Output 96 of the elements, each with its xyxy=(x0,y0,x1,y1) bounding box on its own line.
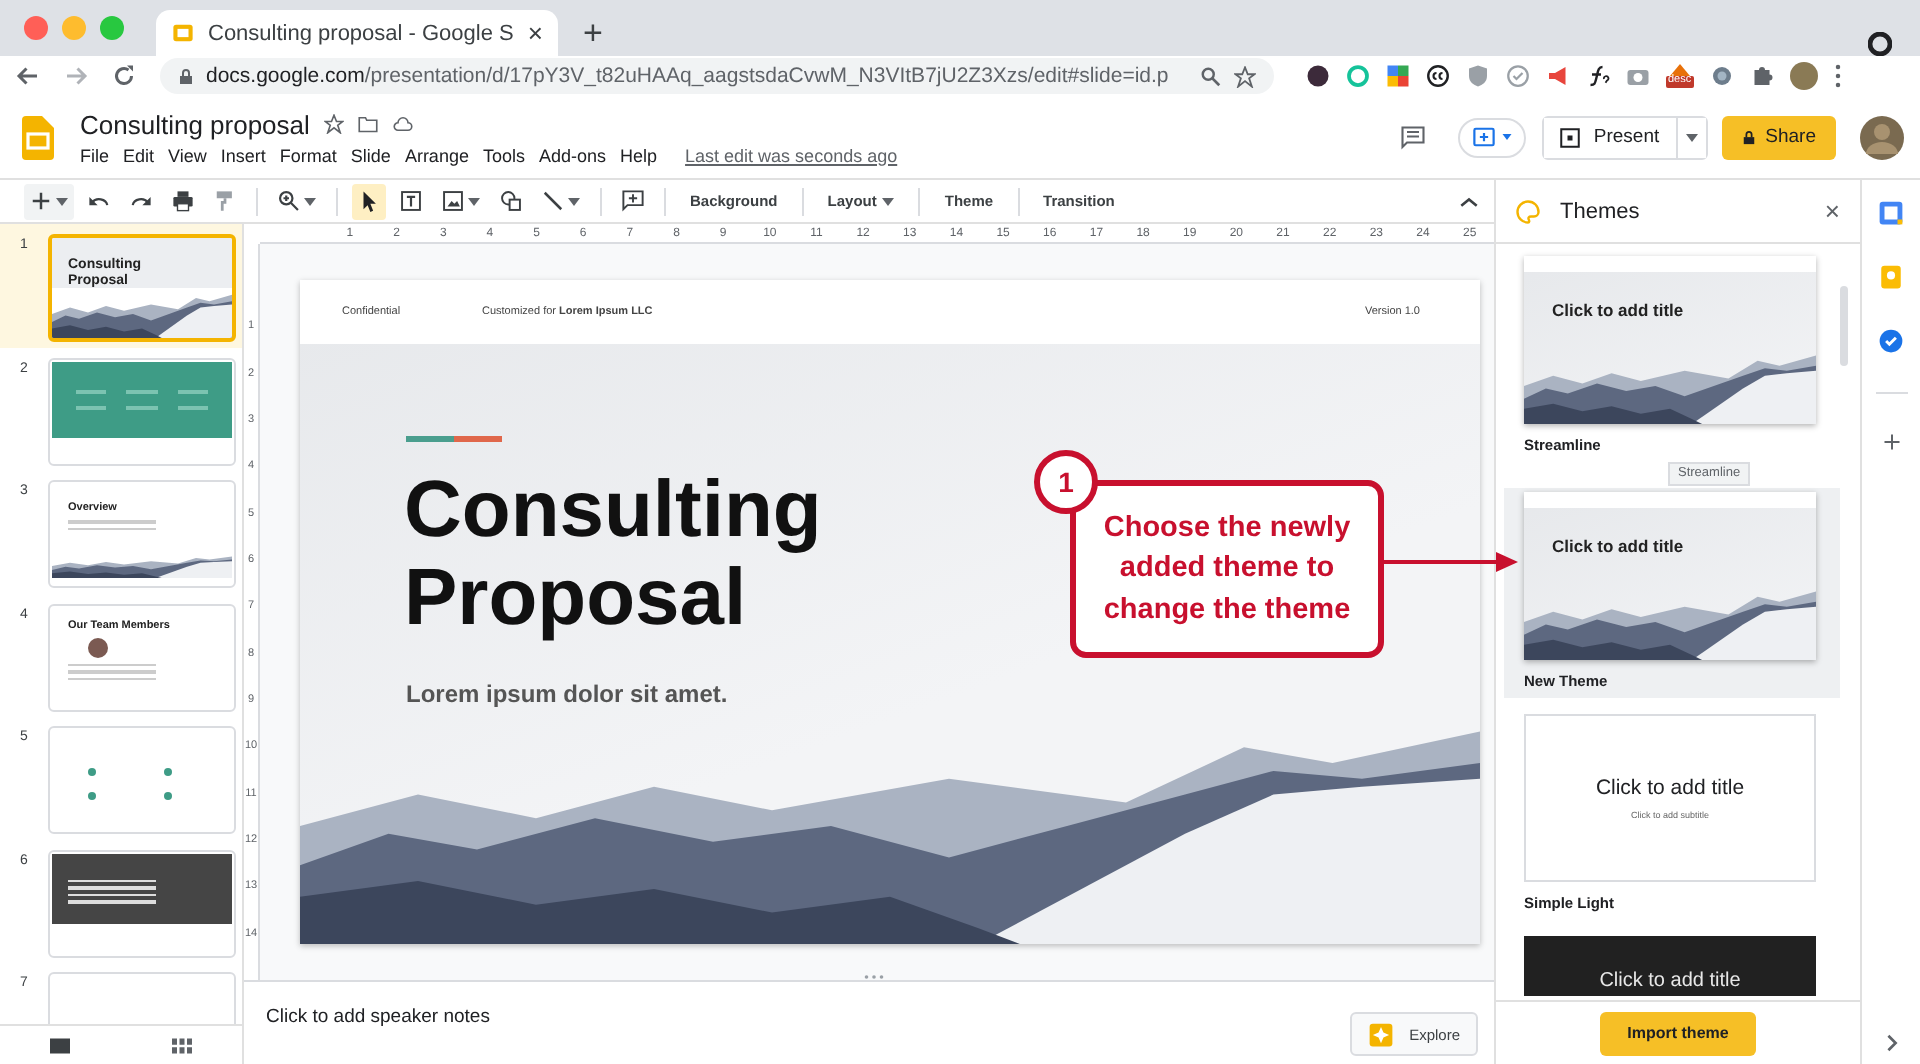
collapse-caret-icon[interactable] xyxy=(1460,195,1478,207)
menu-item[interactable]: Help xyxy=(620,145,658,165)
cloud-icon[interactable] xyxy=(391,114,414,134)
caret-icon xyxy=(1501,134,1512,140)
slide-thumbnail[interactable] xyxy=(48,357,236,465)
caret-icon xyxy=(568,197,580,205)
share-button[interactable]: Share xyxy=(1721,115,1836,159)
text-lines xyxy=(68,520,156,531)
scrollbar[interactable] xyxy=(1840,286,1848,366)
tab-close-button[interactable]: × xyxy=(527,18,543,48)
caret-icon xyxy=(304,197,316,205)
camera-icon[interactable] xyxy=(1626,64,1650,88)
reload-icon[interactable] xyxy=(112,64,136,88)
slide-thumbnail[interactable] xyxy=(48,849,236,957)
cursor-icon xyxy=(358,190,380,212)
meeting-button[interactable] xyxy=(1457,117,1526,157)
palette-icon xyxy=(1516,199,1540,223)
caret-icon xyxy=(1685,133,1698,141)
caret-icon xyxy=(56,197,68,205)
menu-item[interactable]: File xyxy=(80,145,110,165)
slide-title[interactable]: Consulting Proposal xyxy=(404,466,1004,642)
avatar-icon[interactable] xyxy=(1789,62,1818,90)
menu-item[interactable]: Format xyxy=(279,145,337,165)
puzzle-icon[interactable] xyxy=(1749,64,1774,88)
text-box-icon xyxy=(400,190,422,212)
menu-item[interactable]: Arrange xyxy=(404,145,469,165)
drag-handle-icon[interactable] xyxy=(860,974,888,980)
last-edit-link[interactable]: Last edit was seconds ago xyxy=(685,145,898,165)
import-theme-button[interactable]: Import theme xyxy=(1599,1011,1757,1055)
bullet-grid xyxy=(88,768,172,800)
theme-option[interactable]: Click to add title xyxy=(1504,932,1840,1000)
video-call-icon xyxy=(1471,126,1496,148)
menu-item[interactable]: Edit xyxy=(123,145,155,165)
folder-icon[interactable] xyxy=(357,114,378,134)
zoom-icon xyxy=(278,190,300,212)
present-options-button[interactable] xyxy=(1675,117,1706,157)
avatar-icon[interactable] xyxy=(1860,115,1904,159)
grid-view-icon[interactable] xyxy=(171,1037,192,1053)
line-icon xyxy=(542,190,564,212)
house-icon xyxy=(1669,64,1690,77)
add-tool[interactable] xyxy=(24,183,74,219)
preview-title: Click to add title xyxy=(1552,536,1684,556)
slides-logo-icon xyxy=(172,22,194,44)
preview-title: Click to add title xyxy=(1599,970,1741,992)
menu-item[interactable]: View xyxy=(168,145,207,165)
back-arrow-icon[interactable] xyxy=(16,64,40,88)
lock-icon xyxy=(178,67,194,85)
extension-icon[interactable] xyxy=(1426,64,1450,88)
avatar-icon xyxy=(88,637,108,658)
star-icon[interactable] xyxy=(323,114,344,134)
document-title[interactable]: Consulting proposal xyxy=(80,109,310,139)
accent-bar xyxy=(406,436,502,442)
add-comment-icon xyxy=(622,190,644,212)
callout-text: Choose the newly added theme to change the theme xyxy=(1070,480,1384,658)
add-icon xyxy=(30,190,52,212)
address-bar[interactable]: docs.google.com/presentation/d/17pY3V_t82uHAAq_aagstsdaCvwM_N3VItB7jU2Z3Xzs/edit#slide=id.p xyxy=(160,58,1274,94)
text-lines xyxy=(68,663,156,681)
speaker-notes-field[interactable]: Click to add speaker notes xyxy=(266,1006,490,1028)
text-lines xyxy=(68,879,156,903)
shapes-icon xyxy=(500,190,522,212)
browser-tab[interactable]: Consulting proposal - Google S × xyxy=(156,10,559,56)
explore-icon xyxy=(1367,1021,1394,1047)
menu-item[interactable]: Tools xyxy=(482,145,525,165)
new-tab-button[interactable]: + xyxy=(582,16,603,50)
close-button[interactable]: × xyxy=(1824,196,1840,226)
bookmark-star-icon[interactable] xyxy=(1234,65,1256,87)
present-icon xyxy=(1559,127,1580,147)
function-icon[interactable] xyxy=(1586,64,1610,88)
more-menu-icon[interactable] xyxy=(1833,64,1842,88)
filmstrip-view-icon[interactable] xyxy=(50,1037,71,1053)
add-icon[interactable] xyxy=(1881,432,1901,452)
print-icon xyxy=(172,190,194,212)
menu-item[interactable]: Slide xyxy=(350,145,391,165)
comments-icon[interactable] xyxy=(1399,125,1426,149)
shield-icon[interactable] xyxy=(1466,64,1490,88)
menu-item[interactable]: Add-ons xyxy=(538,145,607,165)
zoom-icon[interactable] xyxy=(1200,65,1222,87)
caret-icon xyxy=(468,197,480,205)
pointer-arrow xyxy=(1384,552,1518,572)
tasks-icon[interactable] xyxy=(1878,328,1904,354)
text-lines xyxy=(76,389,208,409)
paint-format-icon xyxy=(214,190,236,212)
image-icon xyxy=(442,190,464,212)
slide-subtitle[interactable]: Lorem ipsum dolor sit amet. xyxy=(406,680,728,708)
lock-icon xyxy=(1741,129,1756,145)
cursor-tool[interactable] xyxy=(352,183,386,219)
panel-title: Themes xyxy=(1560,199,1642,223)
preview-title: Click to add title xyxy=(1552,300,1684,320)
calendar-icon[interactable] xyxy=(1878,200,1904,226)
preview-title: Click to add title xyxy=(1595,776,1745,800)
slide-thumbnail[interactable] xyxy=(48,726,236,834)
caret-icon xyxy=(882,197,895,205)
megaphone-icon[interactable] xyxy=(1546,64,1570,88)
extension-icon[interactable] xyxy=(1306,64,1330,88)
menu-item[interactable]: Insert xyxy=(220,145,266,165)
profile-icon[interactable] xyxy=(1868,32,1892,56)
